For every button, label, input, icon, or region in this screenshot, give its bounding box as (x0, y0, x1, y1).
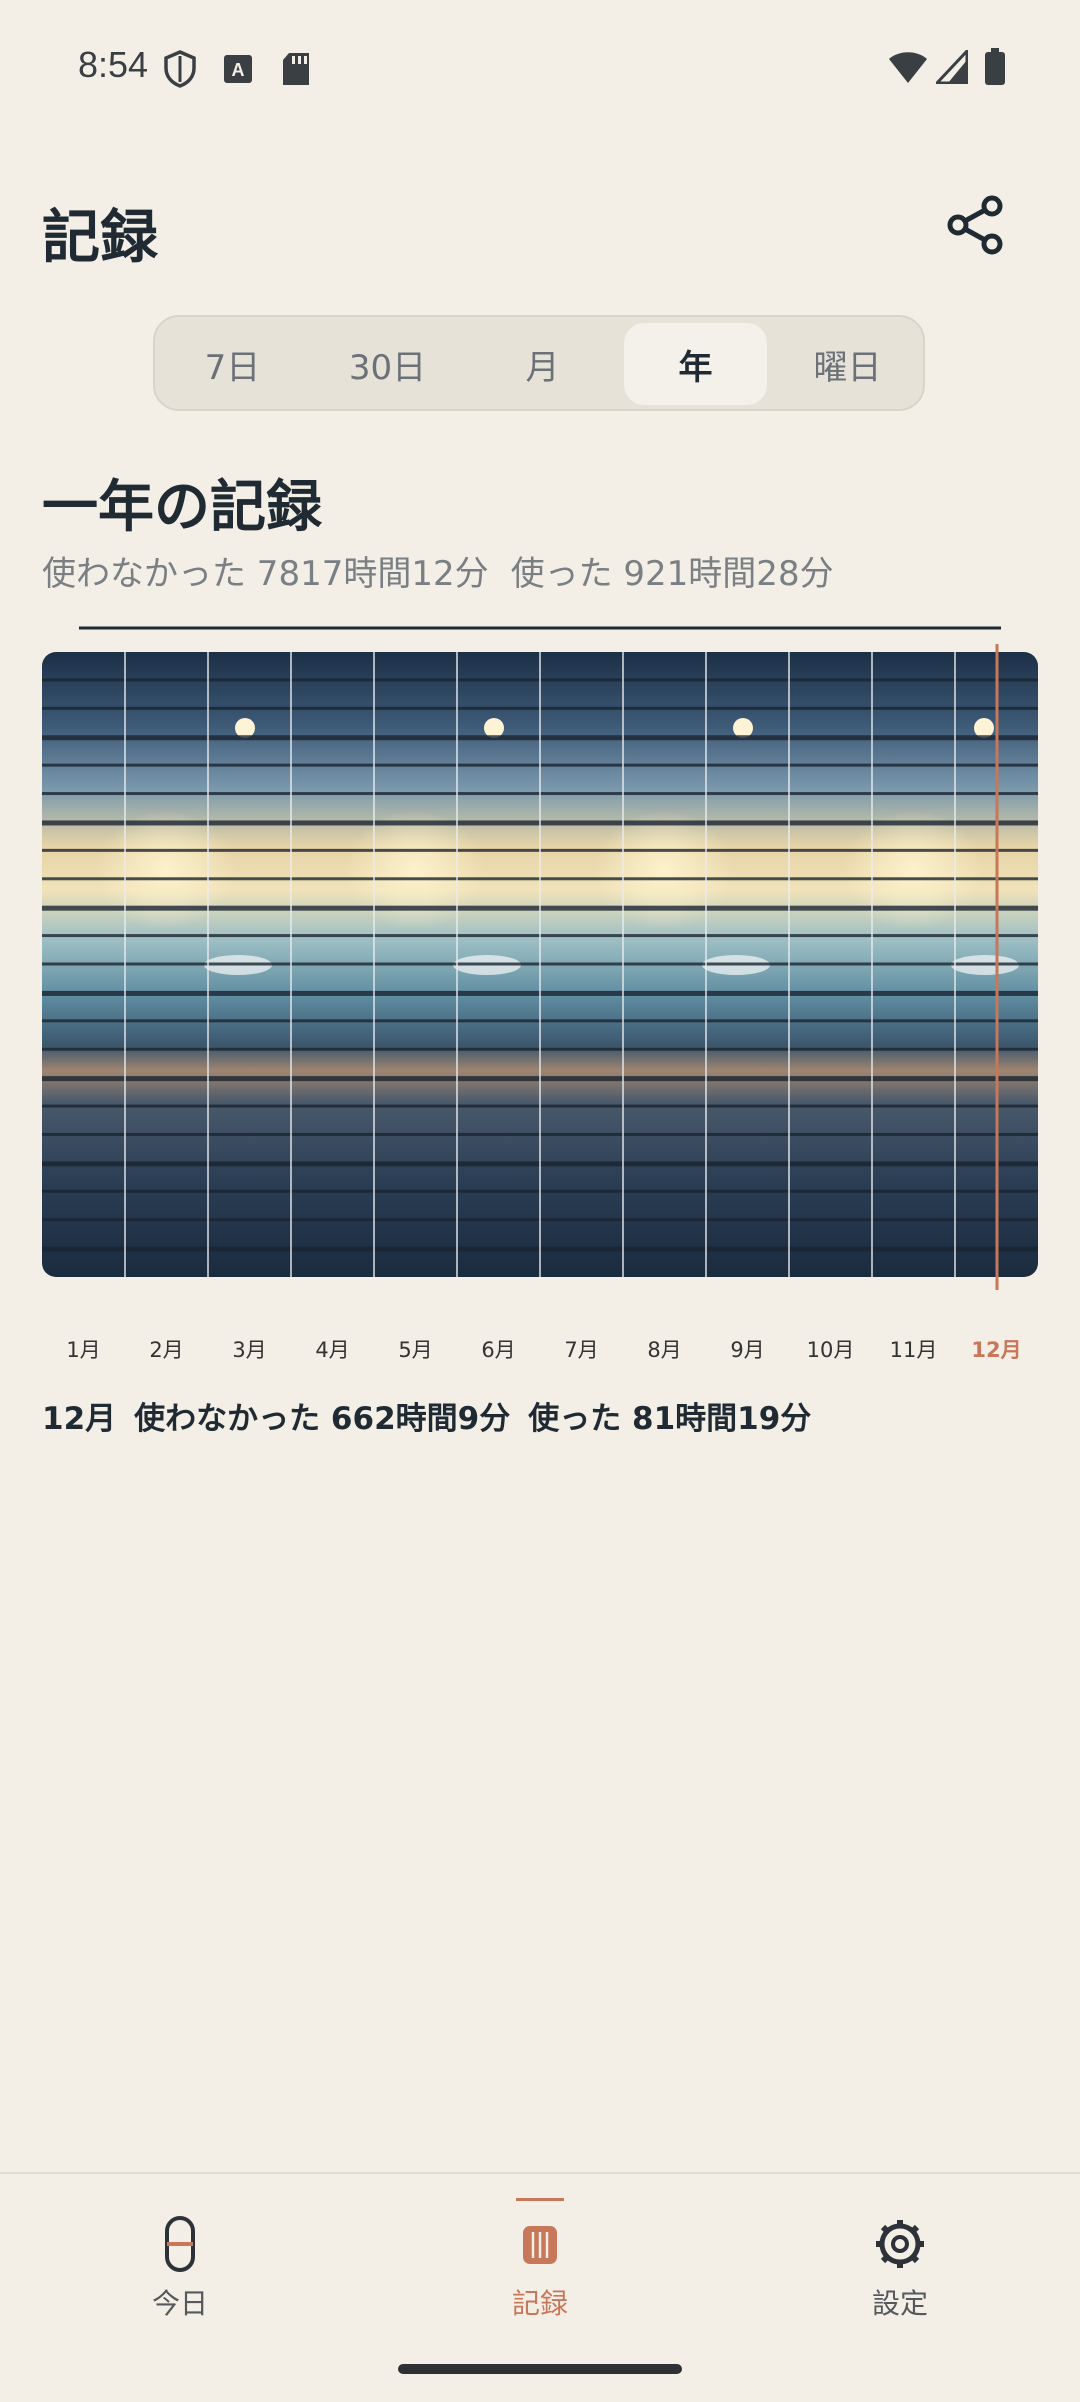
wifi-icon (889, 52, 927, 83)
tab-year[interactable]: 年 (624, 323, 767, 405)
moon-dot (235, 718, 255, 738)
shield-icon (164, 50, 196, 88)
home-indicator[interactable] (398, 2364, 682, 2374)
status-bar: 8:54 A (0, 0, 1080, 130)
signal-icon (936, 50, 968, 84)
nav-records[interactable]: 記録 (410, 2174, 670, 2354)
moon-dot (974, 718, 994, 738)
month-label[interactable]: 2月 (125, 1334, 208, 1364)
year-chart[interactable] (42, 620, 1038, 1290)
nav-active-indicator (516, 2198, 564, 2201)
nav-settings[interactable]: 設定 (770, 2174, 1030, 2354)
unused-time-total: 使わなかった 7817時間12分 (42, 554, 489, 594)
moon-dot (733, 718, 753, 738)
month-label[interactable]: 3月 (208, 1334, 291, 1364)
month-label[interactable]: 5月 (374, 1334, 457, 1364)
svg-text:A: A (232, 60, 245, 80)
page-title: 記録 (42, 203, 159, 271)
range-tabs: 7日 30日 月 年 曜日 (153, 315, 925, 411)
month-label[interactable]: 10月 (789, 1334, 872, 1364)
month-label[interactable]: 7月 (540, 1334, 623, 1364)
sd-card-icon (283, 53, 309, 85)
tab-30-days[interactable]: 30日 (316, 323, 459, 405)
status-time: 8:54 (78, 44, 149, 85)
sun-glow (345, 810, 485, 930)
nav-settings-label: 設定 (871, 2287, 928, 2320)
records-icon (523, 2226, 557, 2264)
year-chart-svg (42, 626, 1038, 1290)
nav-records-label: 記録 (511, 2287, 568, 2320)
keyboard-a-icon: A (224, 55, 252, 83)
detail-month: 12月 (42, 1401, 117, 1437)
detail-used: 使った 81時間19分 (528, 1401, 812, 1437)
month-label[interactable]: 11月 (872, 1334, 955, 1364)
month-label[interactable]: 8月 (623, 1334, 706, 1364)
moon-dot (484, 718, 504, 738)
battery-icon (985, 48, 1005, 85)
sun-glow (594, 810, 734, 930)
year-summary: 使わなかった 7817時間12分 使った 921時間28分 (42, 546, 856, 595)
gear-icon (876, 2220, 924, 2268)
nav-today[interactable]: 今日 (50, 2174, 310, 2354)
share-button[interactable] (940, 190, 1010, 260)
tab-weekday[interactable]: 曜日 (776, 323, 919, 405)
sun-glow (96, 810, 236, 930)
nav-today-label: 今日 (151, 2287, 208, 2320)
month-label[interactable]: 6月 (457, 1334, 540, 1364)
hourglass-icon (165, 2216, 195, 2272)
share-icon (947, 195, 1003, 255)
month-label[interactable]: 1月 (42, 1334, 125, 1364)
used-time-total: 使った 921時間28分 (510, 554, 834, 594)
tab-7-days[interactable]: 7日 (161, 323, 304, 405)
tab-month[interactable]: 月 (471, 323, 614, 405)
month-detail: 12月 使わなかった 662時間9分 使った 81時間19分 (42, 1393, 829, 1438)
month-label[interactable]: 9月 (706, 1334, 789, 1364)
detail-unused: 使わなかった 662時間9分 (134, 1401, 511, 1437)
sun-glow (843, 810, 983, 930)
month-label[interactable]: 12月 (955, 1334, 1038, 1364)
month-label[interactable]: 4月 (291, 1334, 374, 1364)
section-title: 一年の記録 (42, 475, 322, 540)
